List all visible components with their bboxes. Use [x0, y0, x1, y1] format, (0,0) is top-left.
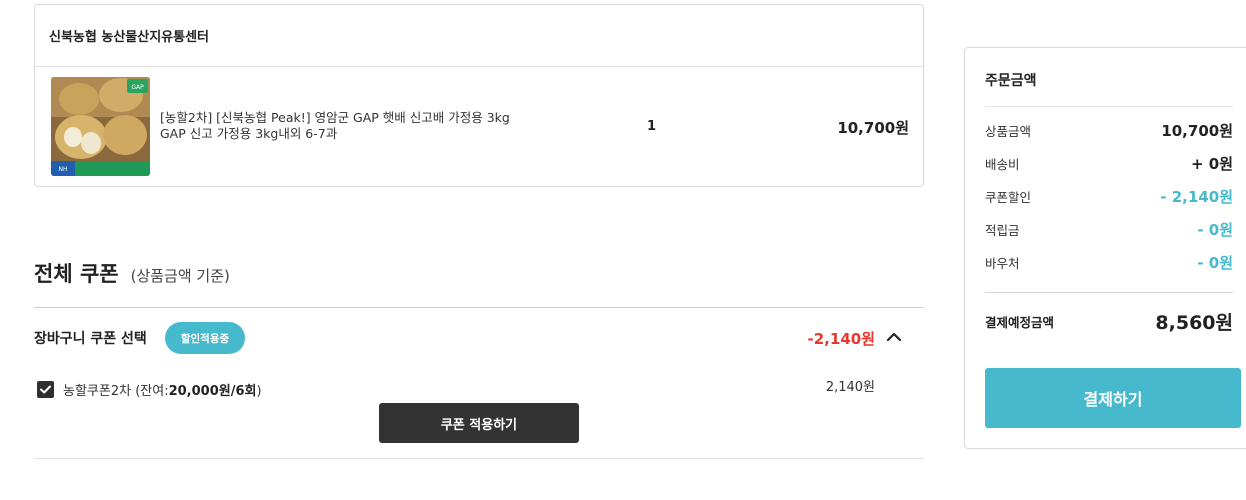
coupon-item-amount: 2,140원 — [825, 380, 875, 395]
coupon-subtitle: (상품금액 기준) — [130, 267, 230, 285]
coupon-item-balance-suffix: ) — [256, 384, 262, 399]
coupon-discount-amount: -2,140원 — [807, 330, 875, 348]
order-summary-panel: 주문금액 상품금액 10,700원 배송비 + 0원 쿠폰할인 - 2,140원… — [964, 47, 1246, 449]
coupon-title: 전체 쿠폰 — [34, 262, 119, 286]
summary-row-label: 바우처 — [985, 256, 1020, 271]
svg-text:GAP: GAP — [131, 84, 144, 91]
summary-row-label: 쿠폰할인 — [985, 190, 1032, 205]
product-price: 10,700원 — [837, 119, 909, 137]
product-name-line1: [농할2차] [신북농협 Peak!] 영암군 GAP 햇배 신고배 가정용 3… — [160, 110, 510, 125]
summary-row-value: - 0원 — [1197, 221, 1233, 239]
coupon-item-balance-prefix: (잔여: — [135, 384, 169, 399]
summary-row-label: 상품금액 — [985, 124, 1032, 139]
svg-text:NH: NH — [59, 166, 68, 173]
coupon-item-balance: 20,000원/6회 — [168, 384, 257, 399]
summary-divider — [985, 106, 1233, 107]
coupon-bottom-divider — [34, 458, 924, 459]
coupon-divider — [34, 307, 924, 308]
summary-row-value: + 0원 — [1190, 155, 1233, 173]
coupon-section-title: 전체 쿠폰 (상품금액 기준) — [34, 258, 230, 288]
checkmark-icon — [40, 385, 51, 394]
summary-total-row: 결제예정금액 8,560원 — [985, 308, 1233, 335]
summary-total-divider — [985, 292, 1233, 293]
summary-row-points: 적립금 - 0원 — [985, 219, 1233, 240]
total-label: 결제예정금액 — [985, 315, 1055, 330]
pear-product-image: GAP NH — [51, 77, 150, 176]
coupon-checkbox[interactable] — [37, 381, 54, 398]
discount-applied-badge: 할인적용중 — [165, 322, 245, 354]
product-name[interactable]: [농할2차] [신북농협 Peak!] 영암군 GAP 햇배 신고배 가정용 3… — [160, 110, 540, 142]
summary-row-shipping: 배송비 + 0원 — [985, 153, 1233, 174]
coupon-item-name: 농할쿠폰2차 — [63, 384, 132, 399]
apply-coupon-button[interactable]: 쿠폰 적용하기 — [379, 403, 579, 443]
seller-card: 신북농협 농산물산지유통센터 GAP NH [농할2차] [신북농협 Peak!… — [34, 4, 924, 187]
coupon-item: 농할쿠폰2차 (잔여:20,000원/6회) — [63, 380, 262, 399]
summary-row-value: 10,700원 — [1161, 122, 1233, 140]
product-row: GAP NH [농할2차] [신북농협 Peak!] 영암군 GAP 햇배 신고… — [35, 67, 923, 187]
cart-coupon-label: 장바구니 쿠폰 선택 — [34, 331, 147, 347]
summary-row-voucher: 바우처 - 0원 — [985, 252, 1233, 273]
summary-row-value: - 0원 — [1197, 254, 1233, 272]
product-thumbnail[interactable]: GAP NH — [51, 77, 150, 176]
product-name-line2: GAP 신고 가정용 3kg내외 6-7과 — [160, 126, 338, 141]
chevron-up-icon — [886, 332, 902, 342]
summary-row-value: - 2,140원 — [1160, 188, 1233, 206]
product-quantity: 1 — [647, 119, 657, 134]
seller-name: 신북농협 농산물산지유통센터 — [35, 5, 923, 67]
summary-row-label: 적립금 — [985, 223, 1020, 238]
collapse-coupon-button[interactable] — [884, 327, 904, 347]
summary-row-coupon-discount: 쿠폰할인 - 2,140원 — [985, 186, 1233, 207]
order-summary-title: 주문금액 — [985, 73, 1037, 89]
checkout-button[interactable]: 결제하기 — [985, 368, 1241, 428]
summary-row-product-amount: 상품금액 10,700원 — [985, 120, 1233, 141]
summary-row-label: 배송비 — [985, 157, 1020, 172]
total-value: 8,560원 — [1155, 312, 1233, 334]
